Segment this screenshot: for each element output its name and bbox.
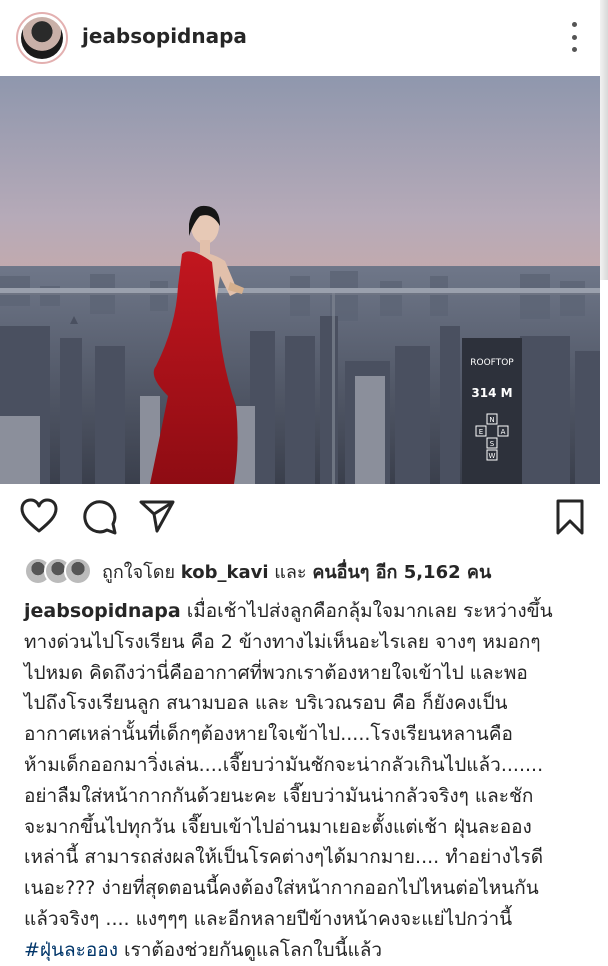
- post-photo[interactable]: ROOFTOP 314 M NE ASW: [0, 76, 600, 484]
- likes-prefix: ถูกใจโดย: [102, 561, 176, 583]
- caption-username[interactable]: jeabsopidnapa: [24, 600, 181, 622]
- more-vertical-icon[interactable]: [566, 22, 582, 52]
- sign-rooftop-text: ROOFTOP: [470, 358, 514, 368]
- caption-line: เนอะ??? ง่ายที่สุดตอนนี้คงต้องใส่หน้ากาก…: [24, 877, 539, 900]
- caption-line: เราต้องช่วยกันดูแลโลกใบนี้แล้ว: [118, 938, 383, 961]
- liker-avatars: [24, 557, 92, 585]
- caption-line: อย่าลืมใส่หน้ากากกันด้วยนะคะ เจี๊ยบว่ามั…: [24, 784, 534, 807]
- profile-avatar[interactable]: [16, 12, 68, 64]
- likes-text[interactable]: ถูกใจโดย kob_kavi และ คนอื่นๆ อีก 5,162 …: [102, 557, 491, 586]
- header-username[interactable]: jeabsopidnapa: [82, 24, 247, 48]
- likes-others[interactable]: คนอื่นๆ อีก 5,162 คน: [312, 562, 491, 583]
- caption-line: อากาศเหล่านั้นที่เด็กๆต้องหายใจเข้าไป...…: [24, 723, 513, 746]
- window-edge: [600, 0, 608, 280]
- sign-letter: W: [489, 452, 496, 460]
- sign-letter: A: [501, 428, 506, 436]
- caption-line: จะมากขึ้นไปทุกวัน เจี๊ยบเข้าไปอ่านมาเยอะ…: [24, 815, 532, 838]
- avatar-image: [21, 17, 63, 59]
- likes-user[interactable]: kob_kavi: [181, 562, 269, 583]
- sign-letter: E: [479, 428, 483, 436]
- likes-row: ถูกใจโดย kob_kavi และ คนอื่นๆ อีก 5,162 …: [24, 556, 491, 586]
- sign-height-text: 314 M: [471, 386, 512, 400]
- caption-line: ไปหมด คิดถึงว่านี่คืออากาศที่พวกเราต้องห…: [24, 661, 528, 684]
- bookmark-icon[interactable]: [554, 498, 586, 540]
- post-caption: jeabsopidnapa เมื่อเช้าไปส่งลูกคือกลุ้มใ…: [24, 596, 600, 966]
- liker-avatar: [64, 557, 92, 585]
- send-icon[interactable]: [138, 498, 176, 538]
- caption-line: ห้ามเด็กออกมาวิ่งเล่น....เจี๊ยบว่ามันชัก…: [24, 753, 544, 776]
- comment-icon[interactable]: [80, 498, 118, 540]
- caption-line: ทางด่วนไปโรงเรียน คือ 2 ข้างทางไม่เห็นอะ…: [24, 630, 541, 653]
- caption-line: เมื่อเช้าไปส่งลูกคือกลุ้มใจมากเลย ระหว่า…: [180, 600, 553, 622]
- action-bar: [0, 490, 608, 550]
- photo-illustration: ROOFTOP 314 M NE ASW: [0, 76, 600, 484]
- post-header: jeabsopidnapa: [0, 0, 608, 76]
- hashtag-link[interactable]: #ฝุ่นละออง: [24, 939, 118, 961]
- caption-line: ไปถึงโรงเรียนลูก สนามบอล และ บริเวณรอบ ค…: [24, 692, 508, 715]
- heart-icon[interactable]: [20, 498, 58, 538]
- likes-middle: และ: [274, 561, 307, 583]
- sign-letter: S: [490, 440, 495, 448]
- caption-line: เหล่านี้ สามารถส่งผลให้เป็นโรคต่างๆได้มา…: [24, 846, 544, 869]
- sign-letter: N: [489, 416, 494, 424]
- caption-line: แล้วจริงๆ .... แงๆๆๆ และอีกหลายปีข้างหน้…: [24, 907, 513, 930]
